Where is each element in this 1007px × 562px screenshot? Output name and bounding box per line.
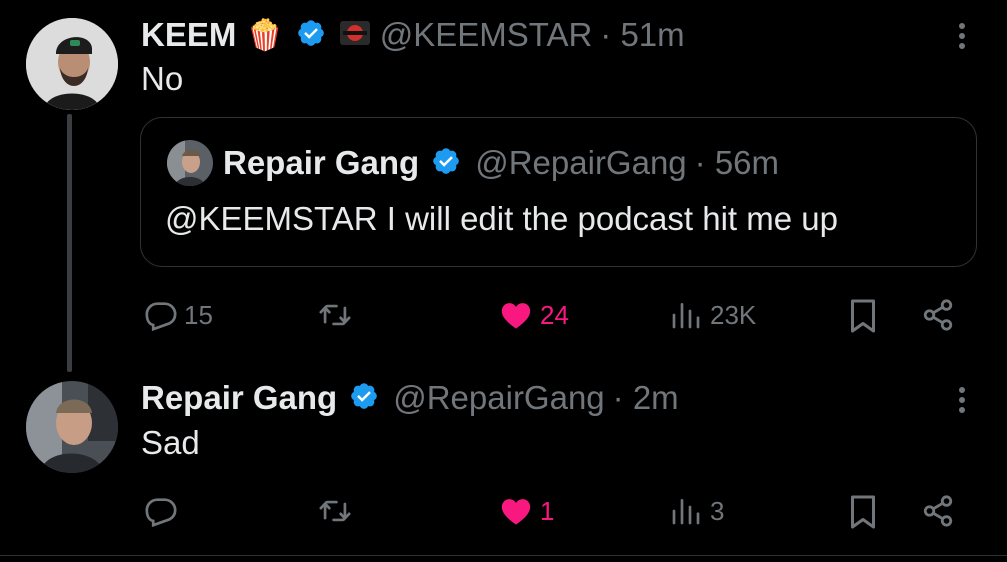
quoted-tweet-text: @KEEMSTAR I will edit the podcast hit me… bbox=[165, 200, 838, 237]
views-count: 3 bbox=[710, 495, 725, 526]
views-icon bbox=[672, 303, 700, 329]
avatar-repair-gang-large-image bbox=[26, 381, 118, 473]
share-icon bbox=[923, 495, 953, 527]
reply-count: 15 bbox=[184, 299, 213, 330]
like-button[interactable]: 1 bbox=[498, 494, 554, 528]
author-name[interactable]: KEEM bbox=[141, 16, 236, 54]
retweet-button[interactable] bbox=[317, 494, 353, 528]
reply-icon bbox=[145, 302, 177, 332]
bookmark-icon bbox=[851, 299, 875, 333]
like-count: 1 bbox=[540, 495, 555, 526]
reply-button[interactable] bbox=[144, 494, 184, 528]
tweet-time[interactable]: · 51m bbox=[600, 16, 684, 54]
avatar-keem-image bbox=[26, 18, 118, 110]
heart-icon bbox=[501, 499, 531, 525]
heart-icon bbox=[501, 303, 531, 329]
retweet-button[interactable] bbox=[317, 298, 353, 332]
verified-badge-icon[interactable] bbox=[296, 18, 326, 53]
retweet-icon bbox=[319, 500, 351, 522]
views-button[interactable]: 23K bbox=[670, 298, 756, 332]
retweet-icon bbox=[319, 304, 351, 326]
author-name[interactable]: Repair Gang bbox=[141, 379, 337, 417]
tweet-keem-header: KEEM 🍿 @KEEMSTAR · 51m bbox=[141, 14, 685, 56]
more-icon[interactable] bbox=[950, 22, 974, 55]
avatar-repair-gang[interactable] bbox=[26, 381, 118, 473]
tweet-time[interactable]: · 2m bbox=[613, 379, 679, 417]
reply-icon bbox=[145, 498, 177, 528]
views-count: 23K bbox=[710, 299, 757, 330]
tweet-text: No bbox=[141, 60, 184, 97]
quoted-author-handle[interactable]: @RepairGang bbox=[475, 144, 686, 182]
bottom-divider bbox=[0, 555, 1007, 556]
bookmark-button[interactable] bbox=[848, 298, 878, 334]
thread-connector bbox=[67, 114, 72, 372]
verified-badge-icon[interactable] bbox=[431, 146, 461, 181]
views-icon bbox=[672, 499, 700, 525]
share-icon bbox=[923, 299, 953, 331]
views-button[interactable]: 3 bbox=[670, 494, 724, 528]
author-handle[interactable]: @KEEMSTAR bbox=[380, 16, 593, 54]
avatar-repair-gang-small[interactable] bbox=[167, 140, 213, 186]
tweet-text: Sad bbox=[141, 424, 200, 461]
like-count: 24 bbox=[540, 299, 569, 330]
avatar-repair-gang-image bbox=[167, 140, 213, 186]
quoted-tweet-header: Repair Gang @RepairGang · 56m bbox=[223, 140, 779, 186]
affiliate-badge-icon[interactable] bbox=[339, 20, 370, 50]
share-button[interactable] bbox=[920, 298, 956, 332]
share-button[interactable] bbox=[920, 494, 956, 528]
popcorn-emoji-icon: 🍿 bbox=[246, 18, 284, 52]
quoted-tweet-time[interactable]: · 56m bbox=[695, 144, 779, 182]
more-icon[interactable] bbox=[950, 386, 974, 419]
reply-button[interactable]: 15 bbox=[144, 298, 213, 332]
bookmark-button[interactable] bbox=[848, 494, 878, 530]
verified-badge-icon[interactable] bbox=[349, 381, 379, 416]
quoted-tweet[interactable]: Repair Gang @RepairGang · 56m @KEEMSTAR … bbox=[140, 117, 977, 267]
quoted-author-name[interactable]: Repair Gang bbox=[223, 144, 419, 182]
avatar-keem[interactable] bbox=[26, 18, 118, 110]
tweet-repair-gang-header: Repair Gang @RepairGang · 2m bbox=[141, 377, 679, 419]
like-button[interactable]: 24 bbox=[498, 298, 569, 332]
bookmark-icon bbox=[851, 495, 875, 529]
author-handle[interactable]: @RepairGang bbox=[393, 379, 604, 417]
